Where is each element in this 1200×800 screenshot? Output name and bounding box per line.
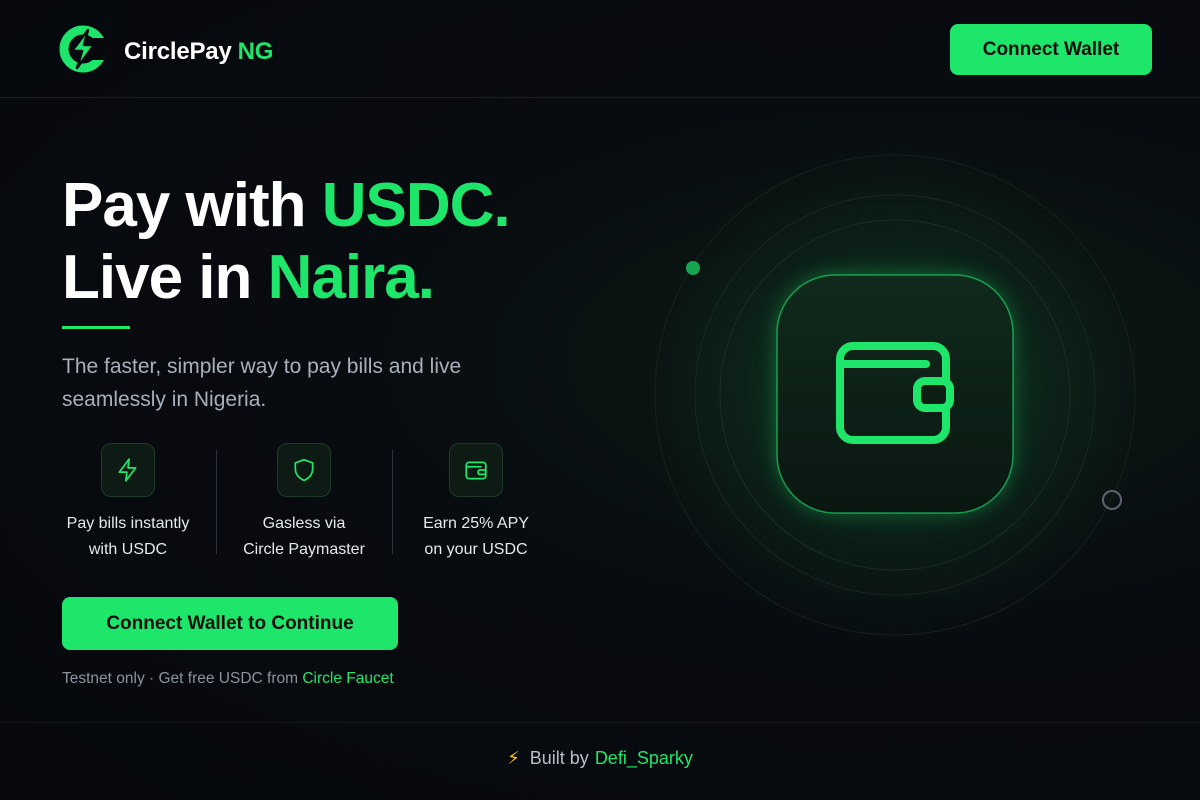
wallet-icon xyxy=(449,443,503,497)
headline-text: Live in xyxy=(62,243,268,312)
feature-label-line: with USDC xyxy=(88,541,168,558)
shield-icon xyxy=(277,443,331,497)
feature-label: Gasless via Circle Paymaster xyxy=(216,511,392,563)
hero-subtitle: The faster, simpler way to pay bills and… xyxy=(62,355,462,411)
circle-faucet-link[interactable]: Circle Faucet xyxy=(302,670,393,687)
brand-title: CirclePay xyxy=(124,38,232,65)
feature-label-line: Earn 25% APY xyxy=(423,515,529,532)
headline-line-1: Pay with USDC. xyxy=(62,170,511,242)
brand-name[interactable]: CirclePay NG xyxy=(124,38,273,66)
accent-divider xyxy=(62,326,130,329)
feature-label: Pay bills instantly with USDC xyxy=(40,511,216,563)
author-link[interactable]: Defi_Sparky xyxy=(595,748,693,768)
testnet-note: Testnet only · Get free USDC from Circle… xyxy=(62,670,394,688)
footer-text: Built by xyxy=(529,748,589,768)
top-navigation-bar: CirclePay NG Connect Wallet xyxy=(0,0,1200,98)
feature-pay-bills: Pay bills instantly with USDC xyxy=(40,443,216,563)
feature-label: Earn 25% APY on your USDC xyxy=(388,511,564,563)
headline-accent-usdc: USDC. xyxy=(321,171,511,240)
feature-label-line: Pay bills instantly xyxy=(66,515,190,532)
lightning-icon xyxy=(101,443,155,497)
headline-line-2: Live in Naira. xyxy=(62,242,510,314)
orbit-dot-green xyxy=(686,261,700,275)
feature-apy: Earn 25% APY on your USDC xyxy=(388,443,564,563)
wallet-hero-illustration xyxy=(645,145,1145,645)
feature-label-line: Gasless via xyxy=(262,515,346,532)
footer: ⚡ Built by Defi_Sparky xyxy=(0,748,1200,769)
feature-gasless: Gasless via Circle Paymaster xyxy=(216,443,392,563)
hero-headline: Pay with USDC. Live in Naira. xyxy=(62,170,511,314)
circlepay-logo-icon[interactable] xyxy=(58,24,108,74)
headline-text: Pay with xyxy=(62,171,322,240)
lightning-bolt-icon: ⚡ xyxy=(507,748,520,768)
connect-wallet-continue-button[interactable]: Connect Wallet to Continue xyxy=(62,597,398,650)
wallet-tile xyxy=(776,274,1014,514)
connect-wallet-button[interactable]: Connect Wallet xyxy=(950,24,1152,75)
feature-label-line: Circle Paymaster xyxy=(243,541,365,558)
headline-accent-naira: Naira. xyxy=(267,243,435,312)
brand-suffix: NG xyxy=(237,38,274,65)
testnet-note-text: Testnet only · Get free USDC from xyxy=(62,670,303,687)
footer-divider xyxy=(0,722,1200,723)
feature-label-line: on your USDC xyxy=(424,541,528,558)
